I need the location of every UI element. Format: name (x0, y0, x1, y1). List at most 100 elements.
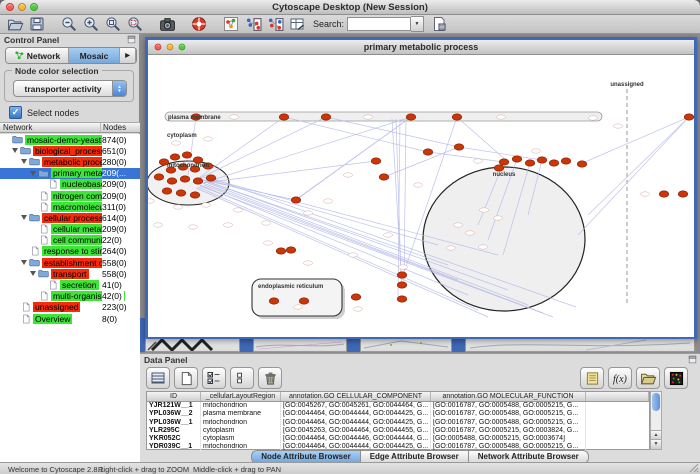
network-node[interactable] (537, 157, 547, 163)
tree-row[interactable]: response to stimulu264(0) (0, 246, 140, 257)
expand-arrow-icon[interactable] (21, 215, 27, 220)
tree-row[interactable]: Overview8(0) (0, 313, 140, 324)
snapshot-button[interactable] (157, 16, 177, 33)
select-attributes-button[interactable] (146, 367, 170, 389)
matrix-button[interactable] (664, 367, 688, 389)
help-button[interactable] (189, 16, 209, 33)
network-node[interactable] (577, 161, 587, 167)
network-node[interactable] (276, 248, 286, 254)
background-window[interactable] (465, 337, 695, 352)
node-color-dropdown[interactable]: transporter activity ▲▼ (13, 80, 127, 97)
network-node[interactable] (279, 114, 289, 120)
create-attribute-button[interactable] (174, 367, 198, 389)
network-node[interactable] (170, 154, 180, 160)
table-row[interactable]: YPL036W__1mitochondrion[GO:0044464, GO:0… (147, 419, 649, 427)
background-window[interactable] (145, 337, 240, 352)
network-node[interactable] (659, 191, 669, 197)
column-header[interactable]: _cellularLayoutRegion (201, 392, 281, 401)
tree-row[interactable]: transport558(0) (0, 268, 140, 279)
tree-row[interactable]: biological_process651(0) (0, 145, 140, 156)
float-panel-icon[interactable] (688, 355, 697, 366)
search-dropdown-arrow-icon[interactable]: ▼ (411, 16, 424, 32)
delete-attribute-button[interactable] (202, 367, 226, 389)
resize-grip-icon[interactable] (689, 463, 699, 473)
network-node[interactable] (678, 191, 688, 197)
attribute-copy-button[interactable] (265, 16, 285, 33)
network-node[interactable] (512, 156, 522, 162)
expand-arrow-icon[interactable] (21, 159, 27, 164)
column-header[interactable]: annotation.GO MOLECULAR_FUNCTION (431, 392, 586, 401)
save-search-button[interactable] (429, 16, 449, 33)
tree-row[interactable]: mosaic-demo-yeast874(0) (0, 134, 140, 145)
vizmapper-button[interactable] (221, 16, 241, 33)
zoom-selected-button[interactable] (125, 16, 145, 33)
tree-row[interactable]: multi-organism pro42(0) (0, 291, 140, 302)
network-node[interactable] (525, 160, 535, 166)
table-scrollbar[interactable]: ▲ ▼ (650, 391, 662, 450)
notes-button[interactable] (580, 367, 604, 389)
open-file-button[interactable] (5, 16, 25, 33)
network-node[interactable] (299, 298, 309, 304)
formula-button[interactable]: f(x) (608, 367, 632, 389)
table-row[interactable]: YLR295Ccytoplasm[GO:0045263, GO:0044464,… (147, 427, 649, 435)
network-node[interactable] (397, 296, 407, 302)
tree-row[interactable]: establishment of lo558(0) (0, 257, 140, 268)
expand-arrow-icon[interactable] (30, 271, 36, 276)
scroll-down-icon[interactable]: ▼ (651, 439, 661, 449)
table-row[interactable]: YKR052Ccytoplasm[GO:0044464, GO:0044446,… (147, 435, 649, 443)
tab-mosaic[interactable]: Mosaic (69, 48, 120, 63)
network-node[interactable] (182, 152, 192, 158)
tree-row[interactable]: secretion41(0) (0, 279, 140, 290)
network-node[interactable] (561, 158, 571, 164)
network-node[interactable] (206, 175, 216, 181)
tree-column-nodes[interactable]: Nodes (101, 123, 140, 132)
tree-row[interactable]: cellular process614(0) (0, 212, 140, 223)
network-node[interactable] (180, 176, 190, 182)
network-node[interactable] (684, 114, 694, 120)
search-input[interactable] (347, 17, 411, 31)
trash-button[interactable] (258, 367, 282, 389)
network-node[interactable] (452, 114, 462, 120)
network-node[interactable] (176, 190, 186, 196)
network-node[interactable] (190, 192, 200, 198)
unselect-attributes-button[interactable] (230, 367, 254, 389)
table-row[interactable]: YPL036W__2plasma membrane[GO:0044464, GO… (147, 410, 649, 418)
expand-arrow-icon[interactable] (30, 171, 36, 176)
select-nodes-checkbox[interactable]: ✓ (9, 106, 22, 119)
import-attributes-button[interactable] (636, 367, 660, 389)
expand-arrow-icon[interactable] (21, 260, 27, 265)
link-table-button[interactable] (287, 16, 307, 33)
network-node[interactable] (397, 282, 407, 288)
tree-row[interactable]: nitrogen compo209(0) (0, 190, 140, 201)
network-node[interactable] (494, 165, 504, 171)
network-node[interactable] (351, 294, 361, 300)
zoom-fit-button[interactable] (103, 16, 123, 33)
network-node[interactable] (167, 178, 177, 184)
tree-row[interactable]: cell communicat22(0) (0, 235, 140, 246)
background-window[interactable] (253, 337, 347, 352)
save-button[interactable] (27, 16, 47, 33)
network-node[interactable] (397, 272, 407, 278)
network-node[interactable] (454, 144, 464, 150)
network-node[interactable] (269, 298, 279, 304)
tree-row[interactable]: cellular metabo209(0) (0, 224, 140, 235)
tab-network[interactable]: Network (6, 48, 69, 63)
tree-row[interactable]: metabolic process280(0) (0, 156, 140, 167)
float-panel-icon[interactable] (127, 35, 136, 46)
scrollbar-thumb[interactable] (652, 393, 660, 411)
expand-arrow-icon[interactable] (12, 148, 18, 153)
tree-row[interactable]: macromolecule311(0) (0, 201, 140, 212)
network-node[interactable] (162, 188, 172, 194)
tree-row[interactable]: unassigned223(0) (0, 302, 140, 313)
background-window[interactable] (360, 337, 452, 352)
network-node[interactable] (154, 174, 164, 180)
attribute-transfer-button[interactable] (243, 16, 263, 33)
network-node[interactable] (406, 114, 416, 120)
column-header[interactable]: annotation.GO CELLULAR_COMPONENT (281, 392, 431, 401)
network-node[interactable] (379, 174, 389, 180)
network-node[interactable] (371, 158, 381, 164)
tree-row[interactable]: nucleobase-209(0) (0, 179, 140, 190)
network-canvas[interactable]: plasma membranecytoplasmmitochondrionnuc… (148, 55, 694, 337)
network-node[interactable] (423, 149, 433, 155)
column-header[interactable]: ID (147, 392, 201, 401)
